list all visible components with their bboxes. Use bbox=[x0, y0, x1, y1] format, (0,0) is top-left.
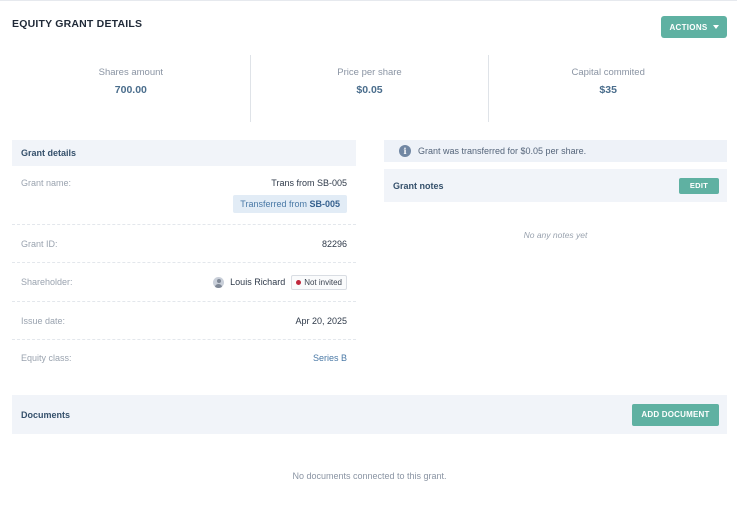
grant-id-value: 82296 bbox=[321, 238, 347, 249]
stat-value: $35 bbox=[599, 84, 617, 96]
stat-value: $0.05 bbox=[356, 84, 383, 96]
status-dot-icon bbox=[296, 279, 302, 285]
status-badge: Not invited bbox=[291, 274, 347, 290]
issue-date-row: Issue date: Apr 20, 2025 bbox=[12, 302, 356, 340]
info-icon: i bbox=[399, 145, 411, 157]
grant-notes-title: Grant notes bbox=[393, 180, 444, 191]
transfer-info-banner: i Grant was transferred for $0.05 per sh… bbox=[384, 140, 727, 162]
equity-class-row: Equity class: Series B bbox=[12, 340, 356, 376]
edit-notes-button[interactable]: EDIT bbox=[679, 177, 719, 194]
issue-date-value: Apr 20, 2025 bbox=[295, 315, 347, 326]
grant-id-row: Grant ID: 82296 bbox=[12, 225, 356, 263]
documents-header: Documents ADD DOCUMENT bbox=[12, 395, 727, 434]
equity-class-link[interactable]: Series B bbox=[313, 353, 347, 363]
grant-notes-header: Grant notes EDIT bbox=[384, 169, 727, 202]
transfer-info-text: Grant was transferred for $0.05 per shar… bbox=[418, 146, 587, 156]
status-text: Not invited bbox=[304, 277, 342, 287]
stat-label: Shares amount bbox=[98, 67, 164, 78]
chevron-down-icon bbox=[712, 25, 719, 29]
transferred-from-link[interactable]: Transferred from SB-005 bbox=[233, 195, 347, 213]
page-title: EQUITY GRANT DETAILS bbox=[12, 18, 143, 30]
grant-name-values: Trans from SB-005 Transferred from SB-00… bbox=[233, 178, 347, 213]
grant-name-value: Trans from SB-005 bbox=[271, 178, 347, 188]
stat-price-per-share: Price per share $0.05 bbox=[249, 55, 489, 122]
grant-id-label: Grant ID: bbox=[21, 238, 58, 249]
equity-class-label: Equity class: bbox=[21, 353, 72, 363]
grant-name-label: Grant name: bbox=[21, 178, 72, 188]
actions-dropdown-button[interactable]: ACTIONS bbox=[661, 16, 727, 38]
documents-empty-state: No documents connected to this grant. bbox=[292, 471, 447, 481]
top-divider bbox=[0, 0, 737, 1]
grant-details-title: Grant details bbox=[12, 140, 356, 166]
avatar-icon bbox=[213, 276, 225, 288]
stat-label: Price per share bbox=[337, 67, 402, 78]
stat-label: Capital commited bbox=[571, 67, 645, 78]
stat-value: 700.00 bbox=[114, 84, 147, 96]
transferred-prefix: Transferred from bbox=[240, 199, 307, 209]
shareholder-label: Shareholder: bbox=[21, 277, 73, 287]
add-document-button[interactable]: ADD DOCUMENT bbox=[632, 403, 719, 426]
notes-empty-state: No any notes yet bbox=[523, 230, 588, 240]
shareholder-row: Shareholder: Louis Richard Not invited bbox=[12, 263, 356, 302]
stats-bar: Shares amount 700.00 Price per share $0.… bbox=[12, 55, 727, 122]
transferred-code: SB-005 bbox=[309, 199, 340, 209]
shareholder-info: Louis Richard Not invited bbox=[213, 274, 347, 290]
issue-date-label: Issue date: bbox=[21, 315, 66, 326]
grant-name-row: Grant name: Trans from SB-005 Transferre… bbox=[12, 166, 356, 225]
shareholder-name[interactable]: Louis Richard bbox=[230, 277, 285, 287]
documents-title: Documents bbox=[21, 409, 71, 420]
actions-label: ACTIONS bbox=[669, 22, 708, 32]
grant-details-panel: Grant details Grant name: Trans from SB-… bbox=[12, 140, 356, 376]
stat-capital-committed: Capital commited $35 bbox=[488, 55, 727, 122]
stat-shares-amount: Shares amount 700.00 bbox=[12, 55, 250, 122]
grant-notes-panel: i Grant was transferred for $0.05 per sh… bbox=[384, 140, 727, 240]
